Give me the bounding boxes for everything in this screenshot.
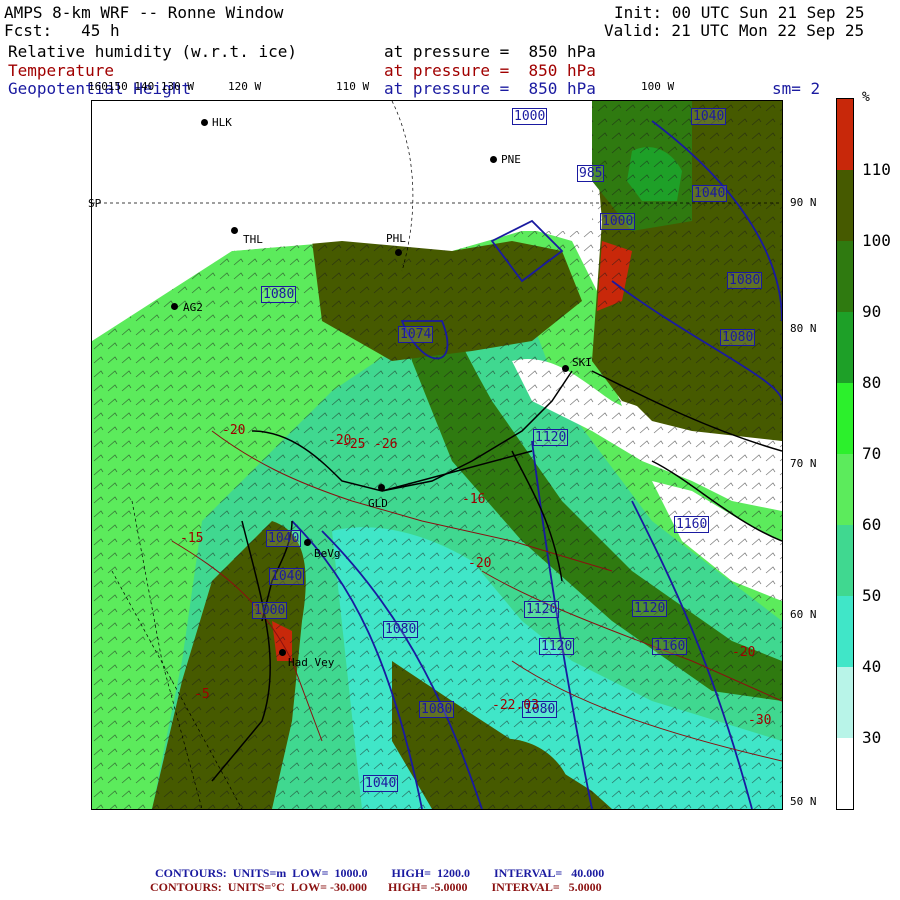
lat-label: 90 N <box>790 196 817 209</box>
footer-temp-contours: CONTOURS: UNITS=°C LOW= -30.000 HIGH= -5… <box>150 880 602 894</box>
height-label: 1040 <box>269 568 305 585</box>
station-marker <box>490 156 497 163</box>
station-thl: THL <box>243 233 263 246</box>
colorbar-tick-label: 80 <box>862 373 882 392</box>
station-marker <box>562 365 569 372</box>
colorbar-segment <box>837 454 853 525</box>
height-label: 1000 <box>600 213 636 230</box>
height-label: 1160 <box>674 516 710 533</box>
height-label: 1040 <box>363 775 399 792</box>
init-time: Init: 00 UTC Sun 21 Sep 25 <box>614 3 865 22</box>
station-marker <box>395 249 402 256</box>
height-label: 1080 <box>383 621 419 638</box>
height-label: 985 <box>577 165 605 182</box>
lat-label: 70 N <box>790 457 817 470</box>
colorbar-tick-label: 90 <box>862 302 882 321</box>
station-phl: PHL <box>386 232 406 245</box>
height-label: 1080 <box>419 701 455 718</box>
colorbar-tick-label: 60 <box>862 515 882 534</box>
station-marker <box>171 303 178 310</box>
height-label: 1000 <box>512 108 548 125</box>
temp-label: -5 <box>194 687 210 702</box>
height-label: 1120 <box>632 600 668 617</box>
lon-label: 100 W <box>641 80 675 93</box>
height-label: 1040 <box>692 185 728 202</box>
temp-label: -20 <box>732 645 756 660</box>
colorbar-segment <box>837 99 853 170</box>
forecast-hour: Fcst: 45 h <box>4 21 120 40</box>
lon-label: 120 W <box>228 80 262 93</box>
level-height: at pressure = 850 hPa <box>384 79 596 98</box>
field-temp-label: Temperature <box>8 61 114 80</box>
colorbar-unit: % <box>862 90 870 105</box>
colorbar-tick-label: 30 <box>862 728 882 747</box>
colorbar-tick-label: 110 <box>862 160 891 179</box>
height-label: 1040 <box>266 530 302 547</box>
colorbar-segment <box>837 383 853 454</box>
valid-time: Valid: 21 UTC Mon 22 Sep 25 <box>604 21 865 40</box>
colorbar-tick-label: 100 <box>862 231 891 250</box>
colorbar-tick-label: 70 <box>862 444 882 463</box>
station-pne: PNE <box>501 153 521 166</box>
station-bevg: BeVg <box>314 547 341 560</box>
lat-label: 60 N <box>790 608 817 621</box>
lon-label: 110 W <box>336 80 370 93</box>
height-label: 1080 <box>727 272 763 289</box>
smoothing-label: sm= 2 <box>772 79 821 98</box>
station-marker <box>231 227 238 234</box>
height-label: 1000 <box>252 602 288 619</box>
level-rh: at pressure = 850 hPa <box>384 42 596 61</box>
station-gld: GLD <box>368 497 388 510</box>
lon-label: 160150 140 130 W <box>88 80 194 93</box>
lat-label: 80 N <box>790 322 817 335</box>
colorbar-segment <box>837 667 853 738</box>
height-label: 1120 <box>524 601 560 618</box>
colorbar-segment <box>837 596 853 667</box>
temp-label: -30 <box>748 713 772 728</box>
station-hadvey: Had Vey <box>288 656 335 669</box>
colorbar-tick-label: 40 <box>862 657 882 676</box>
colorbar-segment <box>837 738 853 809</box>
station-ag2: AG2 <box>183 301 203 314</box>
height-label: 1120 <box>533 429 569 446</box>
colorbar-segment <box>837 525 853 596</box>
height-label: 1074 <box>398 326 434 343</box>
temp-label: -15 <box>180 531 204 546</box>
temp-label: -22.03 <box>492 698 539 713</box>
temp-label: -20 <box>222 423 246 438</box>
temp-label: -25 <box>342 437 366 452</box>
height-label: 1080 <box>720 329 756 346</box>
station-marker <box>201 119 208 126</box>
height-label: 1120 <box>539 638 575 655</box>
map-panel: HLK PNE THL PHL AG2 SKI GLD BeVg Had Vey… <box>91 100 783 810</box>
field-rh-label: Relative humidity (w.r.t. ice) <box>8 42 297 61</box>
station-marker <box>378 484 385 491</box>
station-ski: SKI <box>572 356 592 369</box>
height-label: 1040 <box>691 108 727 125</box>
colorbar-segment <box>837 312 853 383</box>
height-label: 1160 <box>652 638 688 655</box>
station-marker <box>304 539 311 546</box>
map-title: AMPS 8-km WRF -- Ronne Window <box>4 3 284 22</box>
station-marker <box>279 649 286 656</box>
station-hlk: HLK <box>212 116 232 129</box>
colorbar-segment <box>837 241 853 312</box>
temp-label: -26 <box>374 437 398 452</box>
temp-label: -16 <box>462 492 486 507</box>
height-label: 1080 <box>261 286 297 303</box>
level-temp: at pressure = 850 hPa <box>384 61 596 80</box>
lat-label: 50 N <box>790 795 817 808</box>
colorbar-tick-label: 50 <box>862 586 882 605</box>
temp-label: -20 <box>468 556 492 571</box>
colorbar-segment <box>837 170 853 241</box>
pole-label: SP <box>88 197 102 210</box>
footer-height-contours: CONTOURS: UNITS=m LOW= 1000.0 HIGH= 1200… <box>155 866 605 880</box>
colorbar <box>836 98 854 810</box>
